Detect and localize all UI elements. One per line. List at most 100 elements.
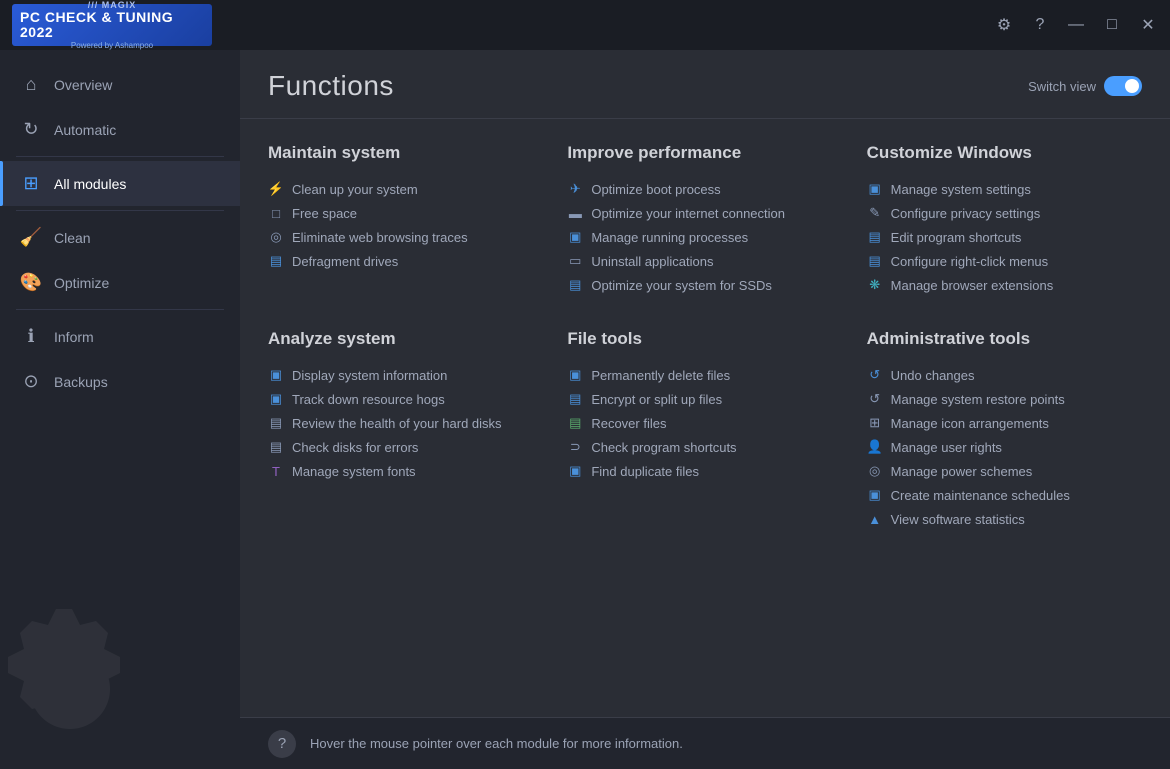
- func-item-label: Track down resource hogs: [292, 392, 445, 407]
- func-item[interactable]: □Free space: [268, 201, 543, 225]
- func-item[interactable]: ⚡Clean up your system: [268, 177, 543, 201]
- func-item-label: Find duplicate files: [591, 464, 699, 479]
- func-item[interactable]: ▬Optimize your internet connection: [567, 201, 842, 225]
- func-item-label: Review the health of your hard disks: [292, 416, 502, 431]
- func-item[interactable]: ▤Configure right-click menus: [867, 249, 1142, 273]
- status-bar: ? Hover the mouse pointer over each modu…: [240, 717, 1170, 769]
- func-item[interactable]: ▭Uninstall applications: [567, 249, 842, 273]
- switch-view-label: Switch view: [1028, 79, 1096, 94]
- func-item-label: Manage system restore points: [891, 392, 1065, 407]
- func-item[interactable]: ⊃Check program shortcuts: [567, 435, 842, 459]
- func-item[interactable]: ✈ Optimize boot process: [567, 177, 842, 201]
- func-item-icon: ▤: [867, 253, 883, 269]
- func-item-icon: ◎: [867, 463, 883, 479]
- func-item[interactable]: ▤Recover files: [567, 411, 842, 435]
- func-item-icon: ▤: [867, 229, 883, 245]
- func-item[interactable]: ▣ Track down resource hogs: [268, 387, 543, 411]
- func-item-label: Manage browser extensions: [891, 278, 1054, 293]
- func-item[interactable]: ✎Configure privacy settings: [867, 201, 1142, 225]
- section-admin: Administrative tools↺Undo changes↺Manage…: [867, 329, 1142, 531]
- func-item-label: Optimize boot process: [591, 182, 720, 197]
- sidebar-divider-3: [16, 309, 224, 310]
- func-item-icon: ✎: [867, 205, 883, 221]
- func-item-label: Undo changes: [891, 368, 975, 383]
- section-maintain: Maintain system ⚡Clean up your system□Fre…: [268, 143, 543, 297]
- func-item[interactable]: ⊞Manage icon arrangements: [867, 411, 1142, 435]
- switch-view-control[interactable]: Switch view: [1028, 76, 1142, 96]
- func-item[interactable]: ▲View software statistics: [867, 507, 1142, 531]
- func-item[interactable]: ▤Edit program shortcuts: [867, 225, 1142, 249]
- sidebar-label-clean: Clean: [54, 230, 91, 246]
- func-item-label: Manage user rights: [891, 440, 1002, 455]
- sidebar-item-clean[interactable]: 🧹 Clean: [0, 215, 240, 260]
- func-item[interactable]: ▤Review the health of your hard disks: [268, 411, 543, 435]
- content-header: Functions Switch view: [240, 50, 1170, 119]
- func-item[interactable]: ↺ Undo changes: [867, 363, 1142, 387]
- minimize-button[interactable]: —: [1066, 15, 1086, 35]
- func-item-label: Permanently delete files: [591, 368, 730, 383]
- func-item-icon: ✈: [567, 181, 583, 197]
- func-item[interactable]: ↺Manage system restore points: [867, 387, 1142, 411]
- func-item[interactable]: ▣ Permanently delete files: [567, 363, 842, 387]
- func-item[interactable]: ▣Find duplicate files: [567, 459, 842, 483]
- settings-button[interactable]: ⚙: [994, 15, 1014, 35]
- help-button[interactable]: ?: [1030, 15, 1050, 35]
- sidebar-item-inform[interactable]: ℹ Inform: [0, 314, 240, 359]
- functions-grid: Maintain system ⚡Clean up your system□Fre…: [240, 119, 1170, 717]
- func-item[interactable]: ▤Encrypt or split up files: [567, 387, 842, 411]
- func-item-label: Eliminate web browsing traces: [292, 230, 468, 245]
- func-item-icon: ↺: [867, 367, 883, 383]
- section-title-improve: Improve performance: [567, 143, 842, 163]
- close-button[interactable]: ✕: [1138, 15, 1158, 35]
- func-item-icon: ▣: [268, 391, 284, 407]
- sidebar-divider-1: [16, 156, 224, 157]
- func-item[interactable]: ◎Eliminate web browsing traces: [268, 225, 543, 249]
- func-item-icon: ▬: [567, 205, 583, 221]
- func-item-label: Manage running processes: [591, 230, 748, 245]
- func-item[interactable]: ▣Display system information: [268, 363, 543, 387]
- section-title-maintain: Maintain system: [268, 143, 543, 163]
- func-item-label: Manage power schemes: [891, 464, 1033, 479]
- func-item-label: Encrypt or split up files: [591, 392, 722, 407]
- optimize-icon: 🎨: [20, 272, 42, 293]
- func-item-label: Free space: [292, 206, 357, 221]
- inform-icon: ℹ: [20, 326, 42, 347]
- app-logo: /// MAGIX PC CHECK & TUNING 2022 Powered…: [12, 4, 212, 46]
- func-item[interactable]: ▤ Defragment drives: [268, 249, 543, 273]
- func-item-icon: ▣: [867, 487, 883, 503]
- switch-view-toggle[interactable]: [1104, 76, 1142, 96]
- func-item-icon: ⊃: [567, 439, 583, 455]
- func-item-label: Check disks for errors: [292, 440, 418, 455]
- func-item[interactable]: ❋ Manage browser extensions: [867, 273, 1142, 297]
- func-item-icon: ❋: [867, 277, 883, 293]
- sidebar-item-backups[interactable]: ⊙ Backups: [0, 359, 240, 404]
- sidebar-item-optimize[interactable]: 🎨 Optimize: [0, 260, 240, 305]
- section-title-customize: Customize Windows: [867, 143, 1142, 163]
- func-item[interactable]: ▤Optimize your system for SSDs: [567, 273, 842, 297]
- func-item[interactable]: ▣ Manage running processes: [567, 225, 842, 249]
- func-item[interactable]: ▤ Check disks for errors: [268, 435, 543, 459]
- app-logo-main: PC CHECK & TUNING 2022: [20, 10, 204, 41]
- func-item-icon: ▣: [268, 367, 284, 383]
- sidebar-item-automatic[interactable]: ↻ Automatic: [0, 107, 240, 152]
- func-item-icon: ▤: [268, 439, 284, 455]
- func-item[interactable]: 👤Manage user rights: [867, 435, 1142, 459]
- title-bar: /// MAGIX PC CHECK & TUNING 2022 Powered…: [0, 0, 1170, 50]
- sidebar-label-automatic: Automatic: [54, 122, 116, 138]
- sidebar-item-all-modules[interactable]: ⊞ All modules: [0, 161, 240, 206]
- func-item-label: Defragment drives: [292, 254, 398, 269]
- func-item-icon: ▣: [567, 229, 583, 245]
- func-item[interactable]: ◎ Manage power schemes: [867, 459, 1142, 483]
- sidebar-item-overview[interactable]: ⌂ Overview: [0, 62, 240, 107]
- func-item-icon: ▤: [268, 253, 284, 269]
- func-item[interactable]: TManage system fonts: [268, 459, 543, 483]
- func-item-icon: ▣: [567, 367, 583, 383]
- status-text: Hover the mouse pointer over each module…: [310, 736, 683, 751]
- func-item-label: View software statistics: [891, 512, 1025, 527]
- main-layout: ⌂ Overview ↻ Automatic ⊞ All modules 🧹 C…: [0, 50, 1170, 769]
- func-item-icon: ▤: [567, 277, 583, 293]
- decorative-gear: [0, 589, 170, 769]
- maximize-button[interactable]: □: [1102, 15, 1122, 35]
- func-item[interactable]: ▣Manage system settings: [867, 177, 1142, 201]
- func-item[interactable]: ▣Create maintenance schedules: [867, 483, 1142, 507]
